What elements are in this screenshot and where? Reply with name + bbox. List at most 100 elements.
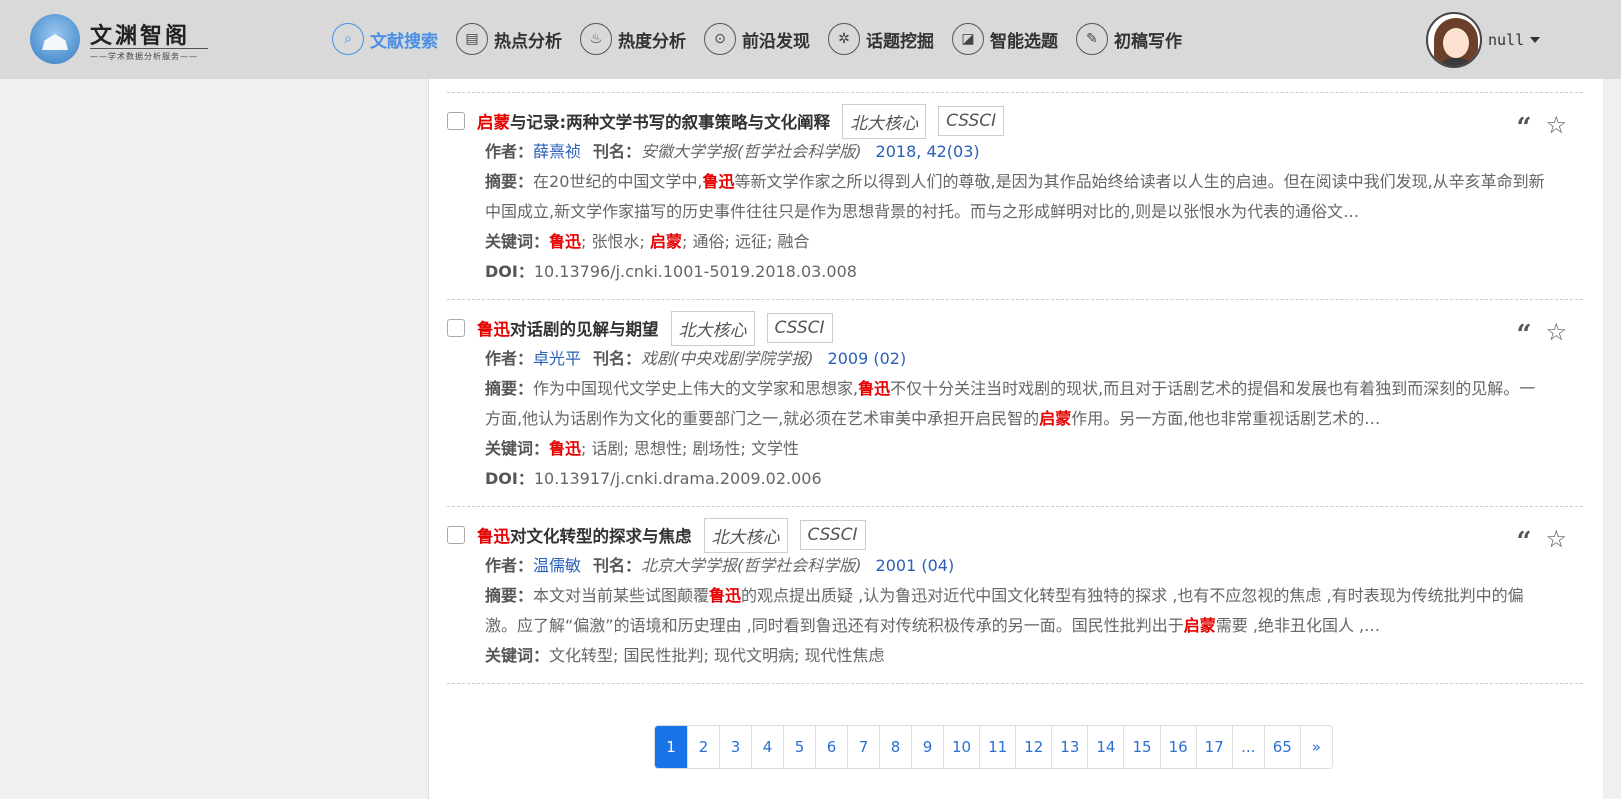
author-journal-line: 作者：卓光平 刊名：戏剧(中央戏剧学院学报) 2009 (02) <box>485 344 1583 374</box>
text-fragment: 需要 ,绝非丑化国人 ,… <box>1215 616 1381 635</box>
author-link[interactable]: 卓光平 <box>533 349 581 368</box>
page-17-button[interactable]: 17 <box>1195 726 1232 768</box>
chevron-down-icon[interactable] <box>1530 37 1541 43</box>
page-5-button[interactable]: 5 <box>783 726 815 768</box>
index-badge: CSSCI <box>799 520 866 550</box>
nav-item-book[interactable]: ◪ 智能选题 <box>952 20 1058 58</box>
page-12-button[interactable]: 12 <box>1015 726 1052 768</box>
page-2-button[interactable]: 2 <box>687 726 719 768</box>
username[interactable]: null <box>1488 31 1524 49</box>
page-8-button[interactable]: 8 <box>879 726 911 768</box>
doi-label: DOI： <box>485 262 534 281</box>
star-icon[interactable]: ☆ <box>1545 320 1567 344</box>
logo-title: 文渊智阁 <box>90 23 191 49</box>
journal-name[interactable]: 安徽大学学报(哲学社会科学版) <box>641 142 862 161</box>
logo[interactable]: 文渊智阁 ——学术数据分析服务—— <box>30 12 210 64</box>
result-title-link[interactable]: 鲁迅对话剧的见解与期望 <box>477 316 659 340</box>
index-badge: 北大核心 <box>670 310 755 346</box>
doi-line: DOI：10.13917/j.cnki.drama.2009.02.006 <box>485 464 1583 494</box>
page-11-button[interactable]: 11 <box>979 726 1016 768</box>
result-meta: 作者：温儒敏 刊名：北京大学学报(哲学社会科学版) 2001 (04) 摘要：本文对当… <box>485 551 1583 671</box>
page-16-button[interactable]: 16 <box>1159 726 1196 768</box>
abstract-label: 摘要： <box>485 172 534 191</box>
index-badge: 北大核心 <box>703 517 788 553</box>
nav-item-flame[interactable]: ♨ 热度分析 <box>580 20 686 58</box>
index-badge: CSSCI <box>938 106 1005 136</box>
star-icon[interactable]: ☆ <box>1545 113 1567 137</box>
select-checkbox[interactable] <box>447 112 465 130</box>
user-menu[interactable]: null <box>1426 12 1541 68</box>
journal-name[interactable]: 北京大学学报(哲学社会科学版) <box>641 556 862 575</box>
highlight-term: 鲁迅 <box>858 379 891 398</box>
keywords-text: 文化转型; 国民性批判; 现代文明病; 现代性焦虑 <box>549 646 884 665</box>
keywords-label: 关键词： <box>485 439 550 458</box>
text-fragment: 文化转型; 国民性批判; 现代文明病; 现代性焦虑 <box>549 646 885 665</box>
highlight-term: 启蒙 <box>650 232 683 251</box>
nav-item-gear[interactable]: ✲ 话题挖掘 <box>828 20 934 58</box>
avatar[interactable] <box>1426 12 1482 68</box>
result-meta: 作者：薛熹祯 刊名：安徽大学学报(哲学社会科学版) 2018, 42(03) 摘要：在… <box>485 137 1583 287</box>
text-fragment: 在20世纪的中国文学中, <box>533 172 703 191</box>
page-1-button[interactable]: 1 <box>655 726 687 768</box>
page-7-button[interactable]: 7 <box>847 726 879 768</box>
page-14-button[interactable]: 14 <box>1087 726 1124 768</box>
pagination-ellipsis: ... <box>1231 726 1264 768</box>
page-4-button[interactable]: 4 <box>751 726 783 768</box>
quote-icon[interactable]: “ <box>1517 322 1532 348</box>
issue-link[interactable]: 2001 (04) <box>876 556 955 575</box>
next-page-button[interactable]: » <box>1299 726 1332 768</box>
abstract-block: 摘要：本文对当前某些试图颠覆鲁迅的观点提出质疑 ,认为鲁迅对近代中国文化转型有独… <box>485 581 1548 641</box>
result-title-row: 启蒙与记录:两种文学书写的叙事策略与文化阐释 北大核心 CSSCI <box>447 103 1583 139</box>
page-10-button[interactable]: 10 <box>943 726 980 768</box>
nav-item-location-pin[interactable]: ⊙ 前沿发现 <box>704 20 810 58</box>
journal-label: 刊名： <box>593 349 642 368</box>
author-label: 作者： <box>485 349 534 368</box>
highlight-term: 启蒙 <box>1039 409 1072 428</box>
highlight-term: 鲁迅 <box>477 320 510 339</box>
page-3-button[interactable]: 3 <box>719 726 751 768</box>
result-meta: 作者：卓光平 刊名：戏剧(中央戏剧学院学报) 2009 (02) 摘要：作为中国现代文… <box>485 344 1583 494</box>
page-13-button[interactable]: 13 <box>1051 726 1088 768</box>
journal-name[interactable]: 戏剧(中央戏剧学院学报) <box>641 349 814 368</box>
author-link[interactable]: 温儒敏 <box>533 556 581 575</box>
scrollbar[interactable] <box>1603 79 1621 799</box>
keywords-line: 关键词：鲁迅; 张恨水; 启蒙; 通俗; 远征; 融合 <box>485 227 1583 257</box>
select-checkbox[interactable] <box>447 526 465 544</box>
nav-item-search[interactable]: ⌕ 文献搜索 <box>332 20 438 58</box>
select-checkbox[interactable] <box>447 319 465 337</box>
abstract-block: 摘要：在20世纪的中国文学中,鲁迅等新文学作家之所以得到人们的尊敬,是因为其作品… <box>485 167 1548 227</box>
author-link[interactable]: 薛熹祯 <box>533 142 581 161</box>
page-65-button[interactable]: 65 <box>1263 726 1300 768</box>
keywords-line: 关键词：文化转型; 国民性批判; 现代文明病; 现代性焦虑 <box>485 641 1583 671</box>
gear-icon: ✲ <box>828 23 860 55</box>
quote-icon[interactable]: “ <box>1517 529 1532 555</box>
text-fragment: 本文对当前某些试图颠覆 <box>533 586 710 605</box>
result-item: 启蒙与记录:两种文学书写的叙事策略与文化阐释 北大核心 CSSCI “☆ 作者：薛熹祯刊… <box>447 92 1583 299</box>
page-9-button[interactable]: 9 <box>911 726 943 768</box>
location-pin-icon: ⊙ <box>704 23 736 55</box>
nav-item-pen[interactable]: ✎ 初稿写作 <box>1076 20 1182 58</box>
result-actions: “☆ <box>1517 316 1567 348</box>
issue-link[interactable]: 2009 (02) <box>828 349 907 368</box>
result-actions: “☆ <box>1517 109 1567 141</box>
abstract-label: 摘要： <box>485 586 534 605</box>
text-fragment: 对文化转型的探求与焦虑 <box>510 527 692 546</box>
author-label: 作者： <box>485 556 534 575</box>
result-actions: “☆ <box>1517 523 1567 555</box>
highlight-term: 鲁迅 <box>477 527 510 546</box>
clipboard-icon: ▤ <box>456 23 488 55</box>
page-15-button[interactable]: 15 <box>1123 726 1160 768</box>
nav-item-label: 话题挖掘 <box>866 31 934 52</box>
star-icon[interactable]: ☆ <box>1545 527 1567 551</box>
issue-link[interactable]: 2018, 42(03) <box>876 142 980 161</box>
doi-value: 10.13796/j.cnki.1001-5019.2018.03.008 <box>533 262 857 281</box>
index-badge: CSSCI <box>766 313 833 343</box>
author-journal-line: 作者：温儒敏 刊名：北京大学学报(哲学社会科学版) 2001 (04) <box>485 551 1583 581</box>
result-title-link[interactable]: 启蒙与记录:两种文学书写的叙事策略与文化阐释 <box>477 109 830 133</box>
page-6-button[interactable]: 6 <box>815 726 847 768</box>
quote-icon[interactable]: “ <box>1517 115 1532 141</box>
nav-item-clipboard[interactable]: ▤ 热点分析 <box>456 20 562 58</box>
journal-label: 刊名： <box>593 556 642 575</box>
author-journal-line: 作者：薛熹祯 刊名：安徽大学学报(哲学社会科学版) 2018, 42(03) <box>485 137 1583 167</box>
result-title-link[interactable]: 鲁迅对文化转型的探求与焦虑 <box>477 523 692 547</box>
